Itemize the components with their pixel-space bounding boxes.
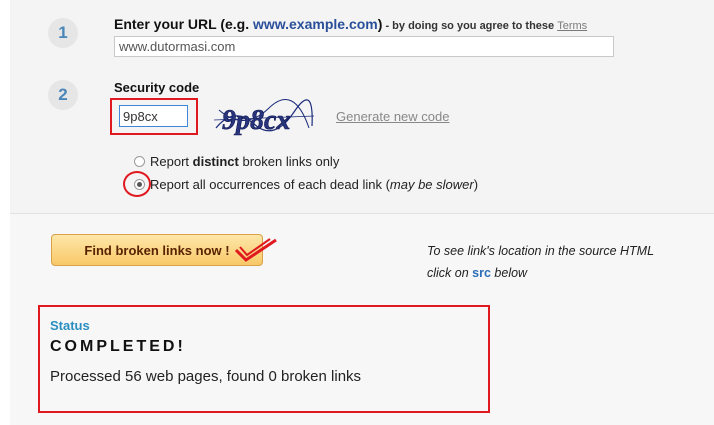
option-all[interactable]: Report all occurrences of each dead link… xyxy=(134,177,478,192)
url-label: Enter your URL (e.g. www.example.com) - … xyxy=(114,16,587,32)
security-code-label: Security code xyxy=(114,80,200,95)
url-input[interactable] xyxy=(114,36,614,57)
captcha-text: 9p8cx xyxy=(222,105,290,136)
hint-pre: click on xyxy=(427,266,473,280)
security-code-input[interactable] xyxy=(119,105,188,127)
radio-highlight-circle xyxy=(123,171,151,197)
captcha-image: 9p8cx xyxy=(214,98,314,138)
status-value: COMPLETED! xyxy=(50,338,186,355)
hint-line-1: To see link's location in the source HTM… xyxy=(427,244,655,258)
checkmark-icon xyxy=(234,238,277,262)
hint-line-2: click on src below xyxy=(427,262,654,284)
url-label-text: Enter your URL (e.g. xyxy=(114,16,253,32)
option-distinct-pre: Report xyxy=(150,154,193,169)
step-number-2: 2 xyxy=(48,80,78,110)
option-distinct-bold: distinct xyxy=(192,154,239,169)
step-number-1: 1 xyxy=(48,18,78,48)
source-hint: To see link's location in the source HTM… xyxy=(427,240,654,284)
option-all-close: ) xyxy=(473,177,479,192)
option-distinct[interactable]: Report distinct broken links only xyxy=(134,154,339,169)
status-label: Status xyxy=(50,318,90,333)
status-highlight-box xyxy=(38,305,490,413)
option-all-italic: may be slower xyxy=(389,177,474,192)
radio-distinct[interactable] xyxy=(134,156,145,167)
terms-link[interactable]: Terms xyxy=(557,20,587,32)
hint-post: below xyxy=(490,266,528,280)
url-example: www.example.com xyxy=(252,16,378,32)
src-link[interactable]: src xyxy=(472,266,491,280)
agree-text: - by doing so you agree to these xyxy=(382,20,558,32)
option-distinct-post: broken links only xyxy=(238,154,340,169)
generate-new-code-link[interactable]: Generate new code xyxy=(336,109,449,124)
status-result: Processed 56 web pages, found 0 broken l… xyxy=(50,368,362,385)
option-all-text: Report all occurrences of each dead link… xyxy=(150,177,390,192)
